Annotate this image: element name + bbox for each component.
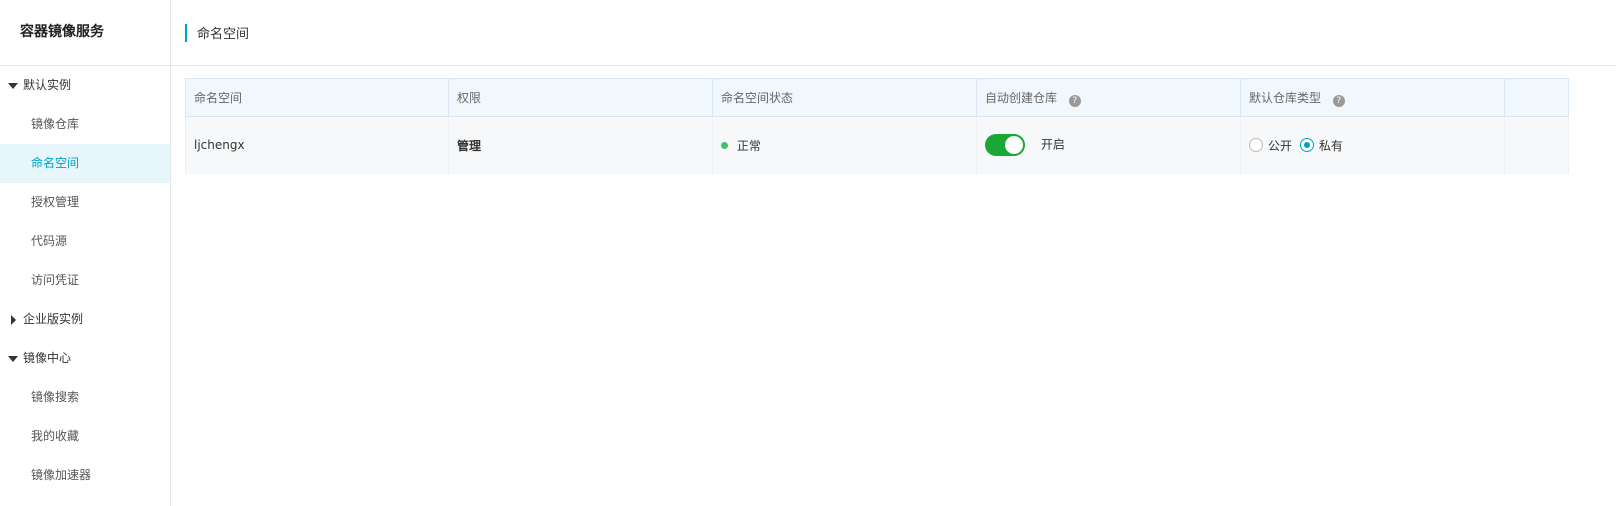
auto-create-toggle[interactable] [985, 134, 1025, 157]
column-header-permission: 权限 [448, 78, 713, 117]
help-icon[interactable]: ? [1332, 94, 1345, 107]
sidebar-item-my-favorites[interactable]: 我的收藏 [0, 417, 170, 456]
sidebar-item-image-search[interactable]: 镜像搜索 [0, 378, 170, 417]
caret-right-icon [11, 314, 16, 325]
cell-auto-create: 开启 [976, 116, 1241, 174]
column-header-status: 命名空间状态 [712, 78, 977, 117]
repo-type-private-radio[interactable] [1299, 138, 1314, 153]
sidebar-group-enterprise-instance[interactable]: 企业版实例 [0, 300, 170, 339]
title-accent-bar [185, 23, 187, 42]
column-header-label: 自动创建仓库 [985, 90, 1058, 105]
repo-type-public-radio[interactable] [1249, 138, 1263, 153]
cell-actions [1504, 116, 1569, 174]
sidebar-item-image-accelerator[interactable]: 镜像加速器 [0, 456, 170, 495]
caret-down-icon [8, 356, 18, 362]
sidebar-group-image-center[interactable]: 镜像中心 [0, 339, 170, 378]
cell-permission: 管理 [448, 116, 713, 174]
namespace-table: 命名空间 权限 命名空间状态 自动创建仓库 ? 默认仓库类型 ? ljcheng… [185, 78, 1569, 174]
sidebar-item-access-credential[interactable]: 访问凭证 [0, 261, 170, 300]
table-header-row: 命名空间 权限 命名空间状态 自动创建仓库 ? 默认仓库类型 ? [185, 78, 1569, 117]
cell-namespace: ljchengx [185, 116, 449, 174]
column-header-actions [1504, 78, 1569, 117]
sidebar-item-namespace[interactable]: 命名空间 [0, 144, 170, 183]
page-title: 命名空间 [197, 27, 250, 42]
toggle-knob [1005, 136, 1023, 155]
sidebar-group-label: 镜像中心 [23, 351, 72, 365]
help-icon[interactable]: ? [1068, 94, 1081, 107]
sidebar-nav: 默认实例 镜像仓库 命名空间 授权管理 代码源 访问凭证 企业版实例 镜像中心 … [0, 66, 170, 495]
auto-create-label: 开启 [1040, 137, 1065, 152]
namespace-table-wrapper: 命名空间 权限 命名空间状态 自动创建仓库 ? 默认仓库类型 ? ljcheng… [185, 78, 1616, 174]
sidebar-group-label: 默认实例 [23, 78, 72, 92]
cell-status: 正常 [712, 116, 977, 174]
table-row: ljchengx 管理 正常 开启 公开 私有 [185, 116, 1569, 174]
status-text: 正常 [736, 138, 761, 153]
caret-down-icon [8, 83, 18, 89]
column-header-label: 默认仓库类型 [1249, 90, 1322, 105]
sidebar-title: 容器镜像服务 [0, 0, 170, 66]
sidebar-group-default-instance[interactable]: 默认实例 [0, 66, 170, 105]
sidebar: 容器镜像服务 默认实例 镜像仓库 命名空间 授权管理 代码源 访问凭证 企业版实… [0, 0, 171, 506]
main-content: 命名空间 命名空间 权限 命名空间状态 自动创建仓库 ? 默认仓库类型 ? lj… [171, 0, 1616, 506]
sidebar-item-auth-management[interactable]: 授权管理 [0, 183, 170, 222]
page-header: 命名空间 [171, 0, 1616, 66]
repo-type-private-label: 私有 [1318, 138, 1343, 153]
sidebar-item-image-repo[interactable]: 镜像仓库 [0, 105, 170, 144]
column-header-namespace: 命名空间 [185, 78, 449, 117]
column-header-auto-create: 自动创建仓库 ? [976, 78, 1241, 117]
status-dot-icon [721, 141, 728, 149]
sidebar-group-label: 企业版实例 [23, 312, 84, 326]
column-header-repo-type: 默认仓库类型 ? [1240, 78, 1505, 117]
sidebar-item-code-source[interactable]: 代码源 [0, 222, 170, 261]
repo-type-public-label: 公开 [1268, 138, 1293, 153]
cell-repo-type: 公开 私有 [1240, 116, 1505, 174]
app: 容器镜像服务 默认实例 镜像仓库 命名空间 授权管理 代码源 访问凭证 企业版实… [0, 0, 1616, 506]
